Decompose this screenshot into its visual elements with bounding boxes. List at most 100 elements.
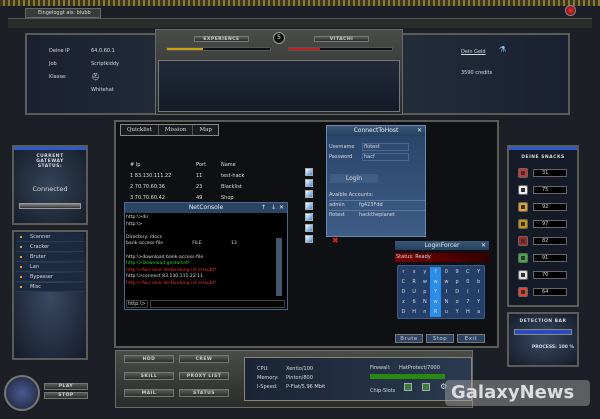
bullet-icon	[20, 266, 22, 268]
bullet-icon	[20, 246, 22, 248]
account-row[interactable]: admin fg423Fdd	[329, 200, 425, 210]
loginforcer-title: LoginForcer	[424, 242, 460, 249]
money-link[interactable]: Dein Geld	[461, 49, 486, 55]
btn-skill[interactable]: SKILL	[124, 372, 174, 380]
tools-menu: Scanner Cracker Bruter Lan Bypasser Misc	[12, 230, 88, 360]
connect-host-icon[interactable]	[305, 168, 313, 176]
connect-to-host-window: ConnectToHost ✕ Username Password flotest…	[326, 125, 426, 237]
chip-slots-label: Chip-Slots	[370, 388, 396, 394]
grid-char: 7	[466, 299, 470, 305]
apple-icon[interactable]	[518, 235, 528, 246]
player-knob[interactable]	[4, 375, 40, 411]
table-row[interactable]: 1 83.130.111.22 11 test-hack	[130, 171, 244, 182]
burger-icon[interactable]	[518, 218, 528, 229]
detection-bar	[514, 329, 572, 335]
snack-value: 75	[533, 185, 567, 194]
col-ip: # Ip	[130, 162, 141, 168]
connect-host-icon[interactable]	[305, 223, 313, 232]
scroll-up-icon[interactable]: ↑	[261, 203, 266, 213]
menu-item-misc[interactable]: Misc	[16, 283, 84, 292]
accounts-list: admin fg423Fdd flotest hacktheplanet	[329, 200, 425, 220]
grid-char: z	[402, 299, 405, 305]
grid-char: w	[430, 277, 441, 287]
menu-item-bruter[interactable]: Bruter	[16, 253, 84, 262]
close-icon[interactable]: ✕	[479, 241, 488, 250]
login-button[interactable]: Login	[330, 174, 378, 183]
cake-icon[interactable]	[518, 184, 528, 195]
vitachi-bar	[288, 47, 393, 51]
snack-value: 91	[533, 253, 567, 262]
connect-host-icon[interactable]	[305, 235, 313, 244]
ip-value: 64.0.60.1	[91, 48, 115, 54]
city-banner	[158, 60, 400, 112]
class-value: Whitehat	[91, 87, 114, 93]
account-row[interactable]: flotest hacktheplanet	[329, 210, 425, 220]
col-name: Name	[221, 162, 236, 168]
menu-item-label: Bypasser	[30, 274, 53, 280]
grid-char: R	[430, 307, 441, 317]
connect-host-icon[interactable]	[305, 212, 313, 221]
console-scrollbar[interactable]	[276, 238, 282, 296]
menu-item-label: Bruter	[30, 254, 46, 260]
milk-icon[interactable]	[518, 269, 528, 280]
grid-row: z 6 NwNo 7 Y	[398, 297, 484, 307]
menu-item-cracker[interactable]: Cracker	[16, 243, 84, 252]
host-port: 11	[196, 173, 203, 179]
info-panel: Deine IP Job Klasse: 64.0.60.1 Scriptkid…	[25, 29, 570, 115]
console-input[interactable]	[150, 300, 285, 308]
disconnect-icon[interactable]: ✖	[332, 236, 339, 245]
stop-player-button[interactable]: STOP	[44, 392, 88, 399]
grid-row: CRwwwp0b	[398, 277, 484, 287]
play-button[interactable]: PLAY	[44, 383, 88, 390]
menu-item-lan[interactable]: Lan	[16, 263, 84, 272]
close-power-button[interactable]	[565, 5, 576, 16]
btn-hdd[interactable]: HDD	[124, 355, 174, 363]
connect-host-icon[interactable]	[305, 190, 313, 199]
scroll-down-icon[interactable]: ↓	[271, 203, 276, 213]
grid-char: y	[423, 269, 427, 275]
sausage-icon[interactable]	[518, 286, 528, 297]
host-ip: 2 70.70.60.36	[130, 184, 165, 190]
grid-char: 9	[455, 269, 459, 275]
accounts-label: Avaible Accounts:	[329, 192, 374, 198]
top-divider	[8, 18, 592, 28]
login-tab: Eingeloggt als: blubb	[25, 8, 101, 18]
chip-icon[interactable]	[404, 383, 412, 391]
cpu-label: CPU:	[257, 366, 269, 372]
close-icon[interactable]: ✕	[277, 203, 286, 213]
chip-icon[interactable]	[422, 383, 430, 391]
salad-icon[interactable]	[518, 252, 528, 263]
menu-item-scanner[interactable]: Scanner	[16, 233, 84, 242]
connect-host-icon[interactable]	[305, 179, 313, 188]
menu-item-bypasser[interactable]: Bypasser	[16, 273, 84, 282]
close-icon[interactable]: ✕	[415, 126, 424, 136]
btn-crew[interactable]: CREW	[179, 355, 229, 363]
firewall-bar	[370, 374, 445, 379]
username-field[interactable]: flotest	[362, 143, 409, 151]
tab-quicklist[interactable]: Quicklist	[121, 125, 159, 135]
job-value: Scriptkiddy	[91, 61, 120, 67]
memory-label: Memory:	[257, 375, 279, 381]
beer-icon[interactable]	[518, 201, 528, 212]
exit-button[interactable]: Exit	[457, 334, 485, 343]
grid-char: H	[465, 309, 470, 315]
col-port: Port	[196, 162, 206, 168]
meat-icon[interactable]	[518, 167, 528, 178]
connect-host-icon[interactable]	[305, 201, 313, 210]
firewall-label: Firewall:	[370, 365, 391, 371]
password-field[interactable]: hacf	[362, 153, 409, 161]
btn-proxy-list[interactable]: PROXY LIST	[179, 372, 229, 380]
brute-button[interactable]: Brute	[395, 334, 423, 343]
btn-status[interactable]: STATUS	[179, 389, 229, 397]
vitachi-label: VITACHI	[314, 36, 369, 42]
tab-mission[interactable]: Mission	[159, 125, 194, 135]
console-line: http:\>Download gestartet!	[126, 261, 190, 267]
grid-char: 6	[412, 299, 416, 305]
tab-map[interactable]: Map	[193, 125, 217, 135]
table-row[interactable]: 2 70.70.60.36 23 Blacklist	[130, 182, 244, 193]
connect-title: ConnectToHost	[353, 127, 399, 134]
stop-button[interactable]: Stop	[426, 334, 454, 343]
btn-mail[interactable]: MAIL	[124, 389, 174, 397]
grid-char: r	[402, 269, 405, 275]
